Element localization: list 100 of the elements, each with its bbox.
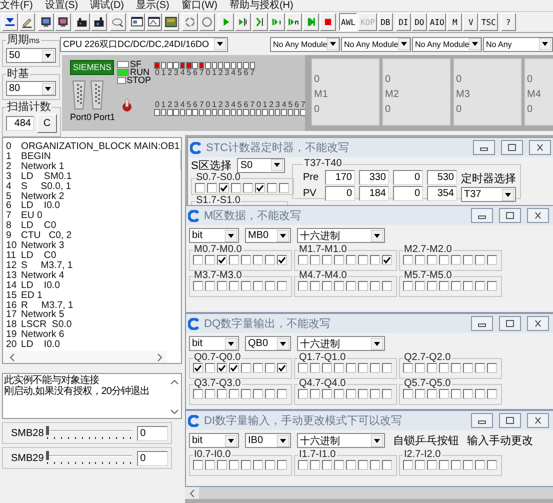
- checkbox[interactable]: [382, 460, 392, 470]
- checkbox[interactable]: [334, 460, 344, 470]
- checkbox[interactable]: [193, 363, 203, 373]
- scroll-left-icon[interactable]: [9, 352, 15, 362]
- checkbox[interactable]: [322, 389, 332, 399]
- checkbox[interactable]: [298, 255, 308, 265]
- checkbox[interactable]: [451, 460, 461, 470]
- scroll-right-icon[interactable]: [157, 352, 163, 362]
- step-icon[interactable]: [235, 13, 251, 31]
- checkbox[interactable]: [298, 460, 308, 470]
- minimize-icon[interactable]: [471, 316, 493, 331]
- checkbox[interactable]: [217, 460, 227, 470]
- checkbox[interactable]: [193, 389, 203, 399]
- window-titlebar[interactable]: STC计数器定时器，不能改写: [188, 138, 553, 157]
- checkbox[interactable]: [475, 281, 485, 291]
- input-led[interactable]: [281, 109, 287, 116]
- checkbox[interactable]: [205, 460, 215, 470]
- toggle-switch-icon[interactable]: [122, 98, 132, 112]
- checkbox[interactable]: [229, 389, 239, 399]
- checkbox[interactable]: [382, 389, 392, 399]
- checkbox[interactable]: [241, 363, 251, 373]
- input-led[interactable]: [198, 109, 204, 116]
- checkbox[interactable]: [403, 389, 413, 399]
- checkbox[interactable]: [403, 281, 413, 291]
- input-led[interactable]: [243, 109, 249, 116]
- checkbox[interactable]: [415, 255, 425, 265]
- clear-button[interactable]: C: [37, 114, 57, 133]
- close-icon[interactable]: [529, 140, 551, 155]
- pencil-icon[interactable]: [19, 13, 35, 31]
- input-led[interactable]: [268, 109, 274, 116]
- checkbox[interactable]: [346, 460, 356, 470]
- toolbar-button[interactable]: DB: [378, 13, 393, 31]
- type-select[interactable]: bit: [189, 228, 239, 243]
- slider-thumb[interactable]: [46, 451, 49, 460]
- checkbox[interactable]: [475, 363, 485, 373]
- checkbox[interactable]: [439, 389, 449, 399]
- checkbox[interactable]: [439, 460, 449, 470]
- magnifier-icon[interactable]: [110, 13, 126, 31]
- picture-icon[interactable]: [163, 13, 179, 31]
- toolbar-button[interactable]: ?: [500, 13, 516, 31]
- computer-icon[interactable]: [38, 13, 54, 31]
- period-select[interactable]: 50: [6, 48, 56, 63]
- checkbox[interactable]: [382, 281, 392, 291]
- checkbox[interactable]: [415, 460, 425, 470]
- checkbox[interactable]: [427, 281, 437, 291]
- address-select[interactable]: IB0: [245, 433, 291, 448]
- checkbox[interactable]: [255, 183, 265, 193]
- input-led[interactable]: [288, 109, 294, 116]
- step-icon[interactable]: [286, 13, 302, 31]
- checkbox[interactable]: [358, 281, 368, 291]
- checkbox[interactable]: [217, 255, 227, 265]
- format-select[interactable]: 十六进制: [297, 433, 385, 448]
- scroll-left-icon[interactable]: [189, 488, 195, 498]
- checkbox[interactable]: [346, 255, 356, 265]
- scroll-up-icon[interactable]: [170, 379, 178, 385]
- checkbox[interactable]: [217, 363, 227, 373]
- type-select[interactable]: bit: [189, 433, 239, 448]
- minimize-icon[interactable]: [471, 413, 493, 428]
- horizontal-scrollbar[interactable]: [185, 487, 553, 499]
- toolbar-button[interactable]: DI: [396, 13, 411, 31]
- timer-select[interactable]: T37: [461, 187, 516, 202]
- factory-icon[interactable]: [74, 13, 90, 31]
- checkbox[interactable]: [253, 255, 263, 265]
- value-field[interactable]: 354: [427, 186, 457, 200]
- checkbox[interactable]: [229, 460, 239, 470]
- checkbox[interactable]: [475, 389, 485, 399]
- checkbox[interactable]: [241, 389, 251, 399]
- checkbox[interactable]: [358, 363, 368, 373]
- type-select[interactable]: bit: [189, 336, 239, 351]
- checkbox[interactable]: [253, 363, 263, 373]
- close-icon[interactable]: [527, 208, 549, 223]
- input-led[interactable]: [236, 109, 242, 116]
- factory-icon[interactable]: [91, 13, 107, 31]
- window-icon[interactable]: [146, 13, 162, 31]
- input-led[interactable]: [180, 109, 186, 116]
- menu-item[interactable]: 显示(S): [136, 0, 170, 11]
- checkbox[interactable]: [229, 363, 239, 373]
- toolbar-button[interactable]: AWL: [339, 13, 358, 31]
- checkbox[interactable]: [427, 460, 437, 470]
- checkbox[interactable]: [310, 460, 320, 470]
- maximize-icon[interactable]: [499, 316, 521, 331]
- value-field[interactable]: 0: [137, 450, 168, 466]
- input-led[interactable]: [300, 109, 306, 116]
- format-select[interactable]: 十六进制: [297, 336, 385, 351]
- checkbox[interactable]: [322, 281, 332, 291]
- input-led[interactable]: [250, 109, 256, 116]
- checkbox[interactable]: [403, 460, 413, 470]
- checkbox[interactable]: [322, 460, 332, 470]
- input-led[interactable]: [154, 109, 160, 116]
- checkbox[interactable]: [265, 460, 275, 470]
- input-led[interactable]: [167, 109, 173, 116]
- checkbox[interactable]: [241, 281, 251, 291]
- value-field[interactable]: 330: [359, 170, 389, 184]
- module-select[interactable]: No Any Module: [270, 36, 340, 52]
- checkbox[interactable]: [241, 255, 251, 265]
- checkbox[interactable]: [439, 255, 449, 265]
- checkbox[interactable]: [451, 363, 461, 373]
- value-field[interactable]: 170: [325, 170, 355, 184]
- checkbox[interactable]: [277, 255, 287, 265]
- checkbox[interactable]: [370, 281, 380, 291]
